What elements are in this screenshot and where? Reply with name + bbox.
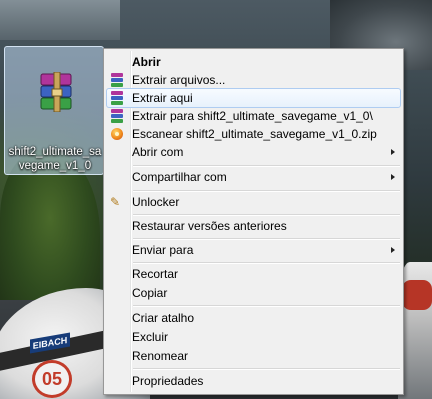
menu-item-abrir[interactable]: Abrir [106,52,401,72]
menu-item-label: Renomear [132,349,189,363]
winrar-icon [111,91,123,105]
menu-item-label: Extrair arquivos... [132,73,226,87]
menu-item-label: Compartilhar com [132,170,227,184]
menu-item-unlocker[interactable]: ✎ Unlocker [106,192,401,212]
menu-item-label: Restaurar versões anteriores [132,219,287,233]
menu-separator [133,305,400,307]
menu-item-label: Propriedades [132,374,204,388]
menu-item-recortar[interactable]: Recortar [106,264,401,284]
menu-item-excluir[interactable]: Excluir [106,327,401,347]
menu-item-label: Abrir [132,55,161,69]
menu-item-label: Copiar [132,286,168,300]
menu-item-propriedades[interactable]: Propriedades [106,371,401,391]
menu-item-enviar-para[interactable]: Enviar para [106,240,401,260]
menu-item-label: Abrir com [132,145,184,159]
menu-item-label: Criar atalho [132,311,195,325]
unlocker-icon: ✎ [110,195,121,209]
winrar-icon [111,109,123,123]
wallpaper-car-number: 05 [32,360,72,398]
menu-item-extrair-para[interactable]: Extrair para shift2_ultimate_savegame_v1… [106,106,401,126]
menu-item-renomear[interactable]: Renomear [106,346,401,366]
menu-item-label: Unlocker [132,195,180,209]
menu-item-label: Extrair aqui [132,91,193,105]
menu-item-label: Extrair para shift2_ultimate_savegame_v1… [132,109,373,123]
wallpaper-car-right-livery [402,280,432,310]
winrar-archive-icon [40,72,72,112]
submenu-arrow-icon [391,174,395,180]
submenu-arrow-icon [391,247,395,253]
desktop-file-icon[interactable]: shift2_ultimate_savegame_v1_0 [4,46,104,175]
menu-item-escanear[interactable]: Escanear shift2_ultimate_savegame_v1_0.z… [106,124,401,144]
menu-item-restaurar-versoes[interactable]: Restaurar versões anteriores [106,216,401,236]
menu-item-label: Enviar para [132,243,194,257]
menu-item-label: Escanear shift2_ultimate_savegame_v1_0.z… [132,127,377,141]
antivirus-scan-icon [111,128,123,140]
context-menu: Abrir Extrair arquivos... Extrair aqui E… [103,48,404,395]
wallpaper-sky [0,0,120,40]
menu-item-extrair-arquivos[interactable]: Extrair arquivos... [106,70,401,90]
menu-item-copiar[interactable]: Copiar [106,283,401,303]
menu-item-criar-atalho[interactable]: Criar atalho [106,308,401,328]
menu-item-compartilhar-com[interactable]: Compartilhar com [106,167,401,187]
submenu-arrow-icon [391,149,395,155]
winrar-icon [111,73,123,87]
menu-separator [133,368,400,370]
menu-item-label: Recortar [132,267,179,281]
menu-item-abrir-com[interactable]: Abrir com [106,142,401,162]
menu-item-extrair-aqui[interactable]: Extrair aqui [106,88,401,108]
menu-item-label: Excluir [132,330,169,344]
desktop-file-label: shift2_ultimate_savegame_v1_0 [8,146,102,172]
